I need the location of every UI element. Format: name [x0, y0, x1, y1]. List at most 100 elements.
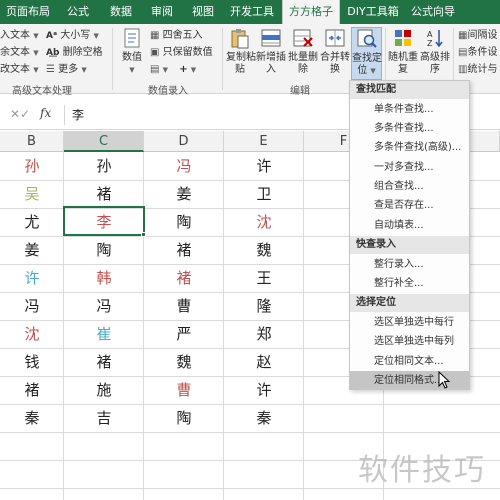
- chevron-down-icon: ▼: [129, 66, 135, 74]
- tab-view[interactable]: 视图: [183, 0, 223, 24]
- cancel-icon[interactable]: ✕: [10, 107, 20, 121]
- cell-e-7[interactable]: 郑: [224, 320, 304, 349]
- cell-d-4[interactable]: 褚: [144, 236, 224, 265]
- cell-e-9[interactable]: 许: [224, 376, 304, 405]
- svg-text:A: A: [427, 30, 433, 39]
- ribbon-insert-text[interactable]: 入文本 ▼: [0, 30, 39, 42]
- cell-d-9[interactable]: 曹: [144, 376, 224, 405]
- cell-d-1[interactable]: 冯: [144, 152, 224, 181]
- ribbon-trim-label: 删除空格: [62, 47, 103, 58]
- cell-c-2[interactable]: 褚: [64, 180, 144, 209]
- cell-e-4[interactable]: 魏: [224, 236, 304, 265]
- tab-diy-toolbox[interactable]: DIY工具箱: [343, 0, 403, 24]
- cell-e-3[interactable]: 沈: [224, 208, 304, 237]
- numeric-small-tools[interactable]: ▤ ▼ + ▼: [150, 64, 196, 76]
- merge-convert-button[interactable]: 合并转 换: [320, 27, 350, 80]
- cell-d-6[interactable]: 曹: [144, 292, 224, 321]
- cell-e-10[interactable]: 秦: [224, 404, 304, 433]
- plus-icon: +: [179, 64, 188, 75]
- cell-c-7[interactable]: 崔: [64, 320, 144, 349]
- cell-e-6[interactable]: 隆: [224, 292, 304, 321]
- cell-b-3[interactable]: 尤: [0, 208, 64, 237]
- batch-delete-button[interactable]: 批量删 除: [288, 27, 318, 80]
- ribbon-delete-text[interactable]: 余文本 ▼: [0, 47, 39, 59]
- find-locate-button[interactable]: 查找定 位 ▼: [351, 27, 382, 80]
- round-button[interactable]: ▦ 四舍五入: [150, 30, 203, 42]
- column-header-b[interactable]: B: [0, 131, 64, 152]
- column-header-d[interactable]: D: [144, 131, 224, 152]
- tab-formula-wizard[interactable]: 公式向导: [405, 0, 461, 24]
- formula-input[interactable]: 李: [72, 106, 84, 123]
- tab-review[interactable]: 审阅: [142, 0, 182, 24]
- ribbon-trim-button[interactable]: A͟b 删除空格: [46, 47, 103, 59]
- keep-values-button[interactable]: ▣ 只保留数值: [150, 47, 213, 59]
- cell-b-1[interactable]: 孙: [0, 152, 64, 181]
- cell-e-2[interactable]: 卫: [224, 180, 304, 209]
- cell-b-5[interactable]: 许: [0, 264, 64, 293]
- interval-setting-button[interactable]: ▦间隔设: [458, 30, 497, 42]
- cell-b-4[interactable]: 姜: [0, 236, 64, 265]
- numeric-button[interactable]: 数值 ▼: [118, 27, 146, 80]
- insert-button[interactable]: 新增插 入: [256, 27, 286, 80]
- menu-item-row-complete[interactable]: 整行补全...: [350, 274, 469, 293]
- cell-d-5[interactable]: 褚: [144, 264, 224, 293]
- cell-d-3[interactable]: 陶: [144, 208, 224, 237]
- tab-ffgz[interactable]: 方方格子: [282, 0, 340, 24]
- tab-data[interactable]: 数据: [101, 0, 141, 24]
- menu-item-row-entry[interactable]: 整行录入...: [350, 255, 469, 274]
- find-locate-label-2: 位 ▼: [352, 65, 381, 77]
- menu-header-lookup: 查找匹配: [350, 81, 469, 99]
- menu-item-locate-same-text[interactable]: 定位相同文本...: [350, 352, 469, 371]
- copy-paste-button[interactable]: 复制粘 贴: [226, 27, 256, 80]
- menu-item-single-condition[interactable]: 单条件查找...: [350, 100, 469, 119]
- cell-d-2[interactable]: 姜: [144, 180, 224, 209]
- check-icon[interactable]: ✓: [20, 107, 30, 121]
- menu-item-multi-condition[interactable]: 多条件查找...: [350, 119, 469, 138]
- group-separator: [222, 28, 223, 90]
- cell-e-8[interactable]: 赵: [224, 348, 304, 377]
- ribbon-change-text[interactable]: 改文本 ▼: [0, 64, 39, 76]
- cell-c-8[interactable]: 褚: [64, 348, 144, 377]
- menu-item-one-to-many[interactable]: 一对多查找...: [350, 158, 469, 177]
- statistics-button[interactable]: ▥统计与: [458, 64, 497, 76]
- menu-item-multi-condition-advanced[interactable]: 多条件查找(高级)...: [350, 138, 469, 157]
- fill-handle[interactable]: [141, 232, 146, 237]
- cell-c-9[interactable]: 施: [64, 376, 144, 405]
- condition-setting-button[interactable]: ▤条件设: [458, 47, 497, 59]
- cell-c-6[interactable]: 冯: [64, 292, 144, 321]
- cell-b-8[interactable]: 钱: [0, 348, 64, 377]
- ribbon-more-button[interactable]: ☰ 更多 ▼: [46, 64, 87, 76]
- cell-c-10[interactable]: 吉: [64, 404, 144, 433]
- cell-b-7[interactable]: 沈: [0, 320, 64, 349]
- column-header-e[interactable]: E: [224, 131, 304, 152]
- random-repeat-label: 随机重: [388, 52, 418, 63]
- chevron-down-icon: ▼: [33, 32, 39, 40]
- cell-d-8[interactable]: 魏: [144, 348, 224, 377]
- cell-b-6[interactable]: 冯: [0, 292, 64, 321]
- menu-item-auto-fill[interactable]: 自动填表...: [350, 216, 469, 235]
- cell-e-5[interactable]: 王: [224, 264, 304, 293]
- tab-developer[interactable]: 开发工具: [224, 0, 280, 24]
- cell-e-1[interactable]: 许: [224, 152, 304, 181]
- advanced-sort-button[interactable]: AZ 高级排 序: [420, 27, 450, 80]
- cell-b-2[interactable]: 吴: [0, 180, 64, 209]
- fx-icon[interactable]: fx: [40, 106, 51, 120]
- cell-c-5[interactable]: 韩: [64, 264, 144, 293]
- cell-d-7[interactable]: 严: [144, 320, 224, 349]
- condition-label: 条件设: [467, 47, 498, 58]
- cell-c-1[interactable]: 孙: [64, 152, 144, 181]
- cell-b-9[interactable]: 褚: [0, 376, 64, 405]
- column-header-c[interactable]: C: [64, 131, 144, 152]
- cell-d-10[interactable]: 陶: [144, 404, 224, 433]
- cell-c-4[interactable]: 陶: [64, 236, 144, 265]
- cell-b-10[interactable]: 秦: [0, 404, 64, 433]
- menu-item-select-each-column[interactable]: 选区单独选中每列: [350, 332, 469, 351]
- ribbon-case-button[interactable]: Aᵃ 大小写 ▼: [46, 30, 99, 42]
- menu-item-select-each-row[interactable]: 选区单独选中每行: [350, 313, 469, 332]
- tab-page-layout[interactable]: 页面布局: [0, 0, 56, 24]
- menu-item-exists-check[interactable]: 查是否存在...: [350, 196, 469, 215]
- random-repeat-button[interactable]: 随机重 复: [388, 27, 418, 80]
- menu-item-combo-lookup[interactable]: 组合查找...: [350, 177, 469, 196]
- tab-formulas[interactable]: 公式: [58, 0, 98, 24]
- random-icon: [392, 27, 414, 49]
